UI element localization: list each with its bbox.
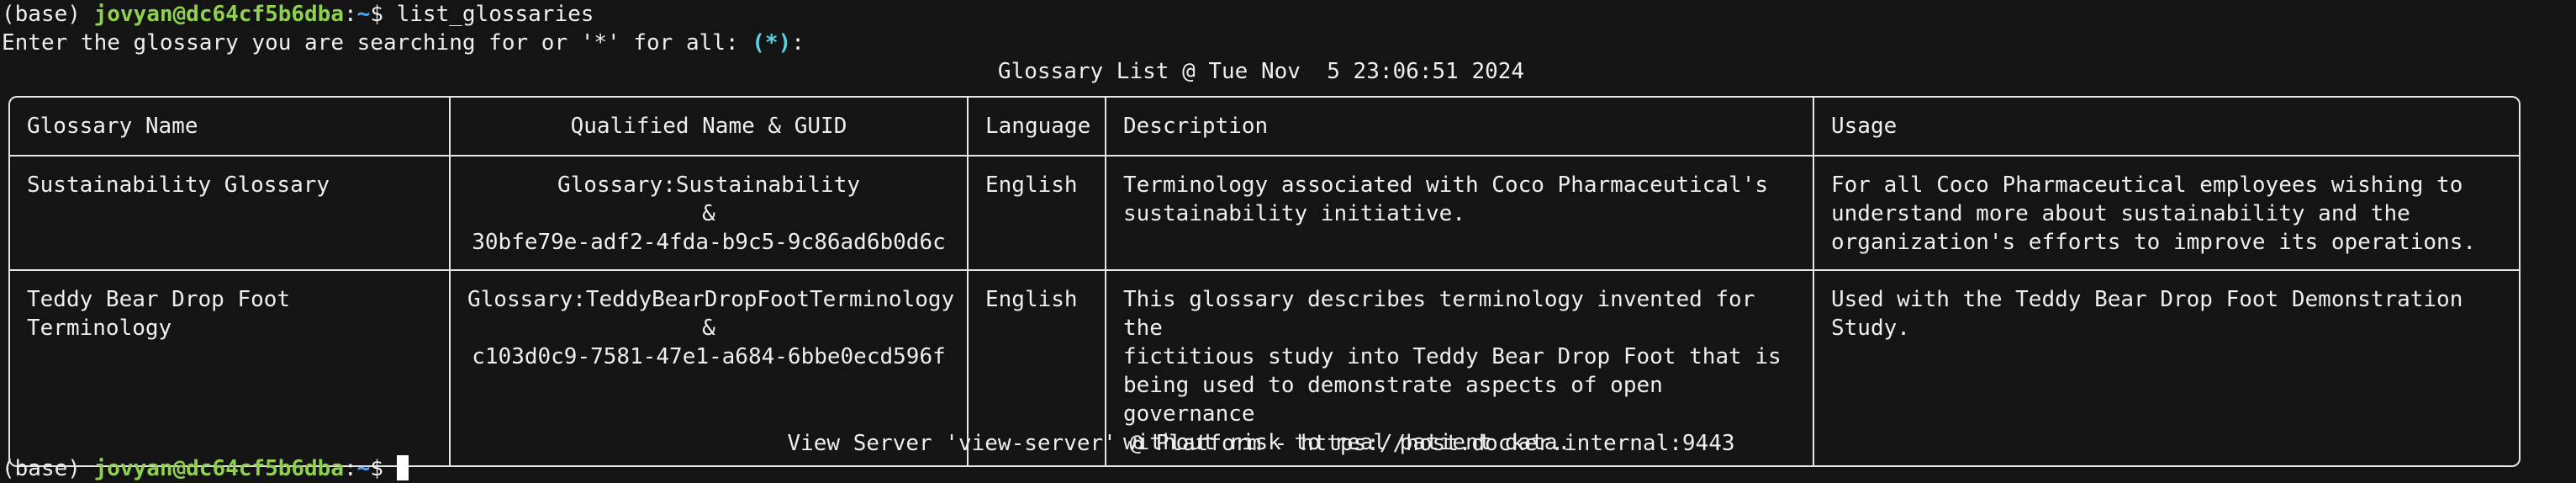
text-cursor[interactable] xyxy=(396,455,409,480)
table-header-row: Glossary Name Qualified Name & GUID Lang… xyxy=(10,98,2519,157)
cell-glossary-name: Sustainability Glossary xyxy=(10,157,451,271)
header-qualified-name: Qualified Name & GUID xyxy=(451,98,969,157)
cell-qualified-name: Glossary:Sustainability & 30bfe79e-adf2-… xyxy=(451,157,969,271)
search-default-value: (*) xyxy=(752,30,792,56)
prompt-symbol: $ xyxy=(370,456,397,481)
prompt-user-host: jovyan@dc64cf5b6dba xyxy=(93,456,344,481)
header-glossary-name: Glossary Name xyxy=(10,98,451,157)
prompt-path: ~ xyxy=(356,2,371,27)
cell-usage: For all Coco Pharmaceutical employees wi… xyxy=(1814,157,2519,271)
prompt-colon: : xyxy=(344,456,357,481)
search-prompt-text: Enter the glossary you are searching for… xyxy=(2,30,752,56)
command-text: list_glossaries xyxy=(396,2,594,27)
glossary-table: Glossary Name Qualified Name & GUID Lang… xyxy=(8,96,2521,467)
prompt-user-host: jovyan@dc64cf5b6dba xyxy=(93,2,344,27)
search-prompt-suffix: : xyxy=(791,30,805,56)
header-description: Description xyxy=(1106,98,1814,157)
command-line: (base) jovyan@dc64cf5b6dba:~$ list_gloss… xyxy=(2,0,594,29)
server-footer: View Server 'view-server' @ Platform - h… xyxy=(787,431,1735,456)
next-prompt-line[interactable]: (base) jovyan@dc64cf5b6dba:~$ xyxy=(2,454,409,483)
table-title: Glossary List @ Tue Nov 5 23:06:51 2024 xyxy=(997,59,1525,84)
prompt-symbol: $ xyxy=(370,2,397,27)
prompt-colon: : xyxy=(344,2,357,27)
prompt-path: ~ xyxy=(356,456,371,481)
table-row: Sustainability Glossary Glossary:Sustain… xyxy=(10,157,2519,271)
cell-description: Terminology associated with Coco Pharmac… xyxy=(1106,157,1814,271)
header-usage: Usage xyxy=(1814,98,2519,157)
header-language: Language xyxy=(969,98,1106,157)
search-prompt-line: Enter the glossary you are searching for… xyxy=(2,29,805,57)
conda-env-label: (base) xyxy=(2,456,94,481)
conda-env-label: (base) xyxy=(2,2,94,27)
cell-language: English xyxy=(969,157,1106,271)
